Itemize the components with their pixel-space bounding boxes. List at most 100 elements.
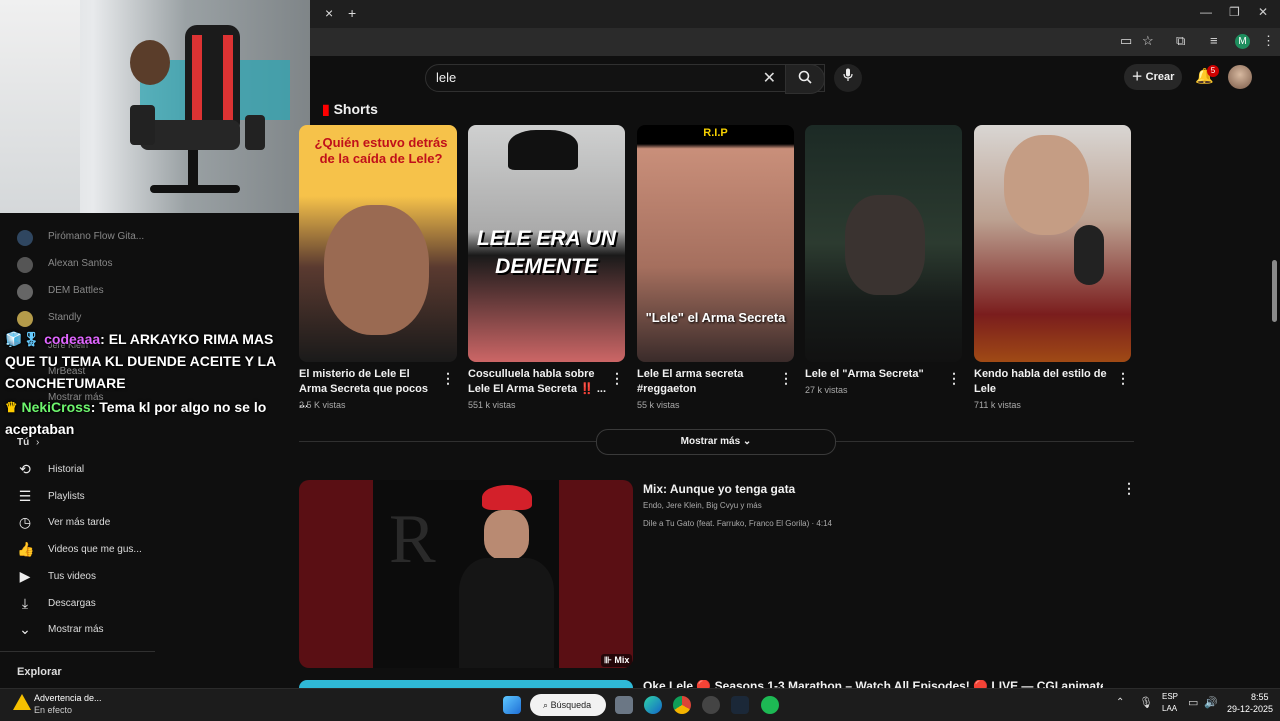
channel-avatar bbox=[17, 284, 33, 300]
mix-track[interactable]: Dile a Tu Gato (feat. Farruko, Franco El… bbox=[643, 519, 832, 528]
chat-username: NekiCross bbox=[21, 399, 91, 415]
gaming-chair bbox=[130, 25, 265, 193]
microphone-icon[interactable]: 🎙 bbox=[1139, 696, 1153, 709]
more-options-icon[interactable]: ⋮ bbox=[1116, 370, 1130, 387]
minimize-button[interactable]: — bbox=[1200, 5, 1212, 19]
window-close-button[interactable]: ✕ bbox=[1258, 5, 1268, 19]
thumbs-up-icon: 👍 bbox=[17, 541, 35, 557]
media-control-icon[interactable]: ≡ bbox=[1210, 33, 1218, 48]
search-input[interactable]: lele ✕ bbox=[425, 64, 825, 92]
thumbnail-overlay-text: ¿Quién estuvo detrás de la caída de Lele… bbox=[314, 135, 448, 166]
next-video-title[interactable]: Oke Lele 🔴 Seasons 1-3 Marathon – Watch … bbox=[643, 680, 1103, 688]
bookmark-star-icon[interactable]: ☆ bbox=[1142, 33, 1154, 49]
more-options-icon[interactable]: ⋮ bbox=[1122, 480, 1136, 497]
restore-button[interactable]: ❐ bbox=[1229, 5, 1240, 19]
sidebar-sub-item[interactable]: Pirómano Flow Gita... bbox=[0, 228, 160, 250]
extensions-icon[interactable]: ⧉ bbox=[1176, 33, 1185, 49]
button-label: Mostrar más bbox=[680, 436, 741, 447]
sidebar-sub-item[interactable]: DEM Battles bbox=[0, 282, 160, 304]
short-thumbnail[interactable]: ¿Quién estuvo detrás de la caída de Lele… bbox=[299, 125, 457, 362]
sidebar-item-downloads[interactable]: ⤓ Descargas bbox=[0, 595, 160, 617]
download-icon: ⤓ bbox=[21, 595, 29, 611]
thumbnail-overlay-text: LELE ERA UN DEMENTE bbox=[476, 227, 617, 278]
voice-search-button[interactable] bbox=[834, 64, 862, 92]
tray-overflow-icon[interactable]: ⌃ bbox=[1116, 697, 1124, 708]
browser-menu-icon[interactable]: ⋮ bbox=[1262, 33, 1275, 49]
sidebar-sub-item[interactable]: Alexan Santos bbox=[0, 255, 160, 277]
next-video-thumbnail[interactable] bbox=[299, 680, 633, 688]
short-title[interactable]: Lele El arma secreta #reggaeton bbox=[637, 367, 777, 397]
windows-start-icon[interactable] bbox=[503, 696, 521, 714]
shorts-icon: ▮ bbox=[322, 101, 334, 117]
chat-message: ♛ NekiCross: Tema kl por algo no se lo a… bbox=[5, 396, 295, 440]
sidebar-show-more[interactable]: ⌄ Mostrar más bbox=[0, 621, 160, 643]
clock-time[interactable]: 8:55 bbox=[1251, 692, 1269, 702]
more-options-icon[interactable]: ⋮ bbox=[779, 370, 793, 387]
sidebar-item-your-videos[interactable]: ▶ Tus videos bbox=[0, 568, 160, 590]
app-icon[interactable] bbox=[702, 696, 720, 714]
youtube-sidebar: Pirómano Flow Gita... Alexan Santos DEM … bbox=[0, 213, 300, 688]
file-explorer-icon[interactable] bbox=[615, 696, 633, 714]
display-icon[interactable]: ▭ bbox=[1188, 696, 1198, 709]
channel-avatar bbox=[17, 311, 33, 327]
more-options-icon[interactable]: ⋮ bbox=[610, 370, 624, 387]
cast-icon[interactable]: ▭ bbox=[1120, 33, 1132, 49]
language-indicator[interactable]: ESP bbox=[1162, 692, 1178, 701]
mix-thumbnail[interactable]: R ⊪ Mix bbox=[299, 480, 633, 668]
layout-indicator: LAA bbox=[1162, 704, 1178, 713]
person-face bbox=[484, 510, 529, 560]
alert-title[interactable]: Advertencia de... bbox=[34, 693, 102, 703]
short-thumbnail[interactable] bbox=[974, 125, 1131, 362]
sidebar-item-label: Descargas bbox=[48, 598, 96, 609]
thumbnail-overlay-text: R.I.P bbox=[703, 127, 728, 139]
steam-icon[interactable] bbox=[731, 696, 749, 714]
page-scrollbar[interactable] bbox=[1272, 260, 1277, 322]
mix-title[interactable]: Mix: Aunque yo tenga gata bbox=[643, 482, 795, 496]
microphone-icon bbox=[843, 68, 853, 81]
sidebar-item-watch-later[interactable]: ◷ Ver más tarde bbox=[0, 514, 160, 536]
sidebar-item-label: DEM Battles bbox=[48, 285, 104, 296]
sidebar-item-label: Pirómano Flow Gita... bbox=[48, 231, 145, 242]
sidebar-item-label: Ver más tarde bbox=[48, 517, 111, 528]
next-video-title-clip: Oke Lele 🔴 Seasons 1-3 Marathon – Watch … bbox=[643, 680, 1103, 688]
sidebar-section-explore: Explorar bbox=[0, 663, 160, 685]
clock-icon: ◷ bbox=[18, 514, 32, 530]
search-button[interactable] bbox=[785, 64, 825, 94]
new-tab-button[interactable]: + bbox=[348, 5, 356, 21]
spotify-icon[interactable] bbox=[761, 696, 779, 714]
short-views: 2.5 K vistas bbox=[299, 400, 346, 410]
crown-icon: ♛ bbox=[5, 399, 18, 415]
plus-icon: ＋ bbox=[1131, 71, 1146, 83]
taskbar-search[interactable]: ⌕ Búsqueda bbox=[530, 694, 606, 716]
warning-icon bbox=[13, 694, 31, 710]
section-title: Explorar bbox=[17, 666, 62, 678]
sidebar-item-label: Tus videos bbox=[48, 571, 96, 582]
more-options-icon[interactable]: ⋮ bbox=[947, 370, 961, 387]
short-title[interactable]: Lele el "Arma Secreta" bbox=[805, 367, 945, 382]
mix-badge-label: Mix bbox=[614, 655, 630, 665]
sidebar-item-liked[interactable]: 👍 Videos que me gus... bbox=[0, 541, 160, 563]
tab-close-button[interactable]: × bbox=[325, 5, 333, 21]
create-label: Crear bbox=[1145, 71, 1175, 83]
short-thumbnail[interactable]: R.I.P "Lele" el Arma Secreta bbox=[637, 125, 794, 362]
profile-avatar[interactable]: M bbox=[1235, 34, 1250, 49]
show-more-shorts-button[interactable]: Mostrar más ⌄ bbox=[596, 429, 836, 455]
volume-icon[interactable]: 🔊 bbox=[1204, 696, 1218, 709]
create-button[interactable]: ＋ Crear bbox=[1124, 64, 1182, 90]
short-views: 27 k vistas bbox=[805, 385, 848, 395]
account-avatar[interactable] bbox=[1228, 65, 1252, 89]
short-title[interactable]: Kendo habla del estilo de Lele bbox=[974, 367, 1114, 397]
chrome-icon[interactable] bbox=[673, 696, 691, 714]
sidebar-item-historial[interactable]: ⟲ Historial bbox=[0, 461, 160, 483]
short-thumbnail[interactable] bbox=[805, 125, 962, 362]
short-thumbnail[interactable]: LELE ERA UN DEMENTE bbox=[468, 125, 625, 362]
clear-search-icon[interactable]: ✕ bbox=[763, 68, 776, 88]
edge-browser-icon[interactable] bbox=[644, 696, 662, 714]
search-query: lele bbox=[436, 70, 457, 85]
more-options-icon[interactable]: ⋮ bbox=[441, 370, 455, 387]
chat-username: codeaaa bbox=[44, 331, 101, 347]
notification-count-badge: 5 bbox=[1207, 65, 1219, 77]
sidebar-item-label: Alexan Santos bbox=[48, 258, 113, 269]
short-title[interactable]: Cosculluela habla sobre Lele El Arma Sec… bbox=[468, 367, 608, 397]
sidebar-item-playlists[interactable]: ☰ Playlists bbox=[0, 488, 160, 510]
